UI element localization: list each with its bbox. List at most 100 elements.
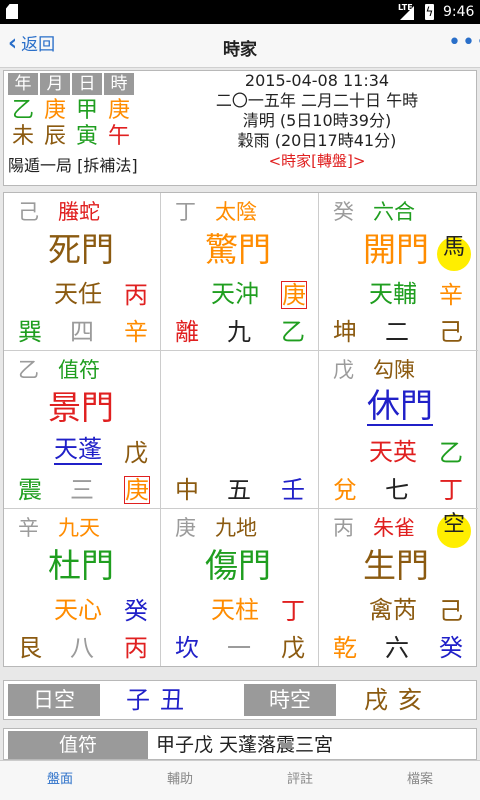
earth-stem: 庚: [281, 281, 307, 309]
pillar-header-hour: 時: [104, 73, 134, 95]
year-branch: 未: [11, 124, 34, 149]
palace-qian[interactable]: 丙 朱雀 生門 空 禽芮 己 乾 六 癸: [319, 509, 478, 666]
sd-card-icon: [6, 4, 18, 19]
pillar-header-month: 月: [40, 73, 70, 95]
door: 開門: [363, 230, 429, 269]
deity: 六合: [373, 200, 415, 224]
horse-badge: 馬: [437, 237, 471, 271]
door: 死門: [48, 230, 114, 269]
more-menu-button[interactable]: •••: [448, 30, 480, 55]
palace-kan[interactable]: 庚 九地 傷門 天柱 丁 坎 一 戊: [161, 509, 319, 666]
hour-void-label: 時空: [244, 684, 336, 716]
zhifu-panel: 值符 甲子戊 天蓬落震三宮: [3, 728, 477, 760]
star: 天心: [54, 596, 102, 624]
zhifu-label: 值符: [8, 731, 148, 759]
day-stem: 甲: [75, 98, 98, 123]
solar-term-1: 清明 (5日10時39分): [242, 111, 392, 130]
earth-stem: 丙: [124, 281, 148, 309]
palace-dui[interactable]: 戊 勾陳 休門 天英 乙 兌 七 丁: [319, 351, 478, 509]
star: 天沖: [211, 280, 259, 308]
star: 天柱: [211, 596, 259, 624]
earth-stem: 乙: [439, 439, 463, 467]
star: 禽芮: [369, 596, 417, 624]
hour-void-value: 戌亥: [364, 686, 432, 714]
palace-kun[interactable]: 癸 六合 開門 馬 天輔 辛 坤 二 己: [319, 193, 478, 351]
tab-assist[interactable]: 輔助: [120, 761, 240, 800]
datetime: 2015-04-08 11:34: [244, 71, 390, 90]
ground-stem: 己: [439, 318, 463, 346]
trigram: 離: [175, 318, 199, 346]
ground-stem: 辛: [124, 318, 148, 346]
door: 休門: [367, 386, 433, 426]
day-branch: 寅: [75, 124, 98, 149]
void-panel: 日空 子丑 時空 戌亥: [3, 680, 477, 720]
trigram: 坎: [175, 634, 199, 662]
palace-number: 九: [227, 318, 251, 346]
nine-palace-grid: 己 螣蛇 死門 天任 丙 巽 四 辛 丁 太陰 驚門 天沖 庚 離 九 乙 癸 …: [3, 192, 478, 667]
method-label: <時家[轉盤]>: [268, 152, 366, 170]
star: 天輔: [369, 280, 417, 308]
ground-stem: 壬: [281, 476, 305, 504]
deity: 值符: [58, 358, 100, 382]
trigram: 乾: [333, 634, 357, 662]
day-void-label: 日空: [8, 684, 100, 716]
zhifu-value: 甲子戊 天蓬落震三宮: [156, 734, 334, 756]
hour-stem: 庚: [107, 98, 130, 123]
palace-gen[interactable]: 辛 九天 杜門 天心 癸 艮 八 丙: [4, 509, 161, 666]
deity: 太陰: [215, 200, 257, 224]
heaven-stem: 丁: [175, 200, 196, 224]
palace-number: 四: [70, 318, 94, 346]
palace-center[interactable]: 中 五 壬: [161, 351, 319, 509]
palace-number: 七: [385, 476, 409, 504]
tab-board[interactable]: 盤面: [0, 761, 120, 800]
trigram: 艮: [18, 634, 42, 662]
earth-stem: 辛: [439, 281, 463, 309]
page-title: 時家: [223, 40, 257, 60]
app-bar: ‹返回 時家 •••: [0, 24, 480, 68]
hour-branch: 午: [107, 124, 130, 149]
clock: 9:46: [443, 4, 475, 20]
ground-stem: 癸: [439, 634, 463, 662]
tab-files[interactable]: 檔案: [360, 761, 480, 800]
earth-stem: 戊: [124, 439, 148, 467]
palace-zhen[interactable]: 乙 值符 景門 天蓬 戊 震 三 庚: [4, 351, 161, 509]
chart-info-panel: 年 月 日 時 乙 庚 甲 庚 未 辰 寅 午 陽遁一局 [拆補法] 2015-…: [3, 70, 477, 186]
door: 生門: [363, 546, 429, 585]
tab-notes[interactable]: 評註: [240, 761, 360, 800]
deity: 勾陳: [373, 358, 415, 382]
deity: 朱雀: [373, 516, 415, 540]
heaven-stem: 丙: [333, 516, 354, 540]
ju-label: 陽遁一局 [拆補法]: [8, 156, 138, 175]
heaven-stem: 戊: [333, 358, 354, 382]
heaven-stem: 乙: [18, 358, 39, 382]
door: 景門: [48, 388, 114, 427]
battery-icon: [425, 4, 434, 20]
palace-xun[interactable]: 己 螣蛇 死門 天任 丙 巽 四 辛: [4, 193, 161, 351]
star: 天英: [369, 438, 417, 466]
heaven-stem: 己: [18, 200, 39, 224]
star: 天任: [54, 280, 102, 308]
heaven-stem: 癸: [333, 200, 354, 224]
heaven-stem: 辛: [18, 516, 39, 540]
palace-number: 八: [70, 634, 94, 662]
star: 天蓬: [54, 435, 102, 465]
deity: 螣蛇: [58, 200, 100, 224]
solar-term-2: 穀雨 (20日17時41分): [237, 131, 397, 150]
year-stem: 乙: [11, 98, 34, 123]
palace-number: 三: [70, 476, 94, 504]
palace-number: 六: [385, 634, 409, 662]
status-bar: LTE 9:46: [0, 0, 480, 24]
trigram: 兌: [333, 476, 357, 504]
palace-number: 一: [227, 634, 251, 662]
ground-stem: 庚: [124, 476, 150, 504]
palace-li[interactable]: 丁 太陰 驚門 天沖 庚 離 九 乙: [161, 193, 319, 351]
door: 驚門: [205, 230, 271, 269]
void-badge: 空: [437, 514, 471, 548]
trigram: 坤: [333, 318, 357, 346]
lunar-date: 二〇一五年 二月二十日 午時: [215, 91, 419, 110]
palace-number: 五: [227, 476, 251, 504]
trigram: 中: [175, 476, 199, 504]
earth-stem: 己: [439, 597, 463, 625]
deity: 九地: [215, 516, 257, 540]
month-stem: 庚: [43, 98, 66, 123]
